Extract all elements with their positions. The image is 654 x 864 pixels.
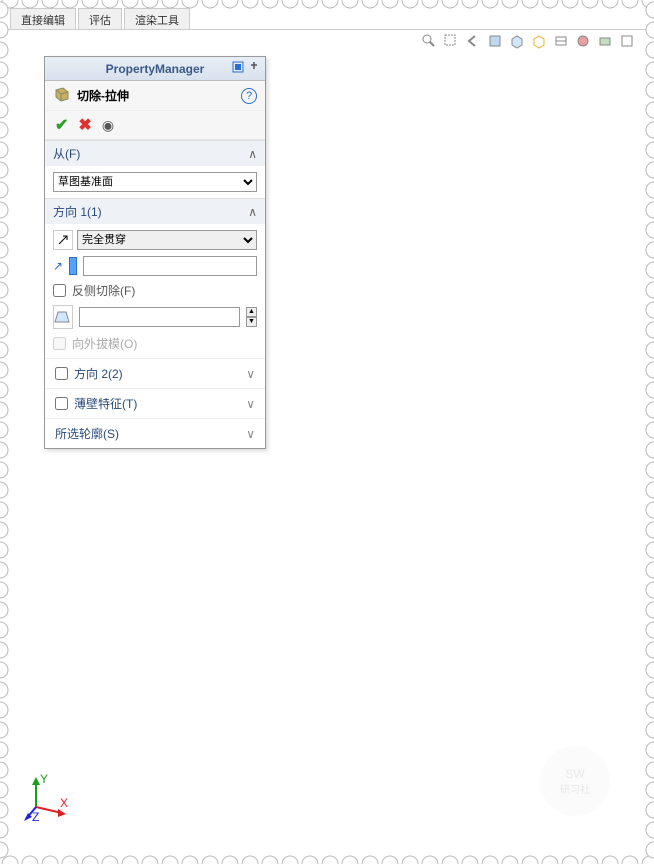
cut-extrude-icon: [53, 85, 71, 106]
flip-side-checkbox[interactable]: [53, 284, 66, 297]
chevron-up-icon: ∧: [248, 205, 257, 219]
section-thin-header[interactable]: 薄壁特征(T) ∨: [45, 388, 265, 418]
tab-render-tools[interactable]: 渲染工具: [124, 8, 190, 29]
view-orientation-icon[interactable]: [508, 32, 526, 50]
watermark-line2: 研习社: [560, 781, 590, 796]
feature-name: 切除-拉伸: [77, 87, 129, 104]
draft-icon[interactable]: [53, 305, 73, 329]
svg-text:Y: Y: [40, 773, 48, 786]
direction-reference-input[interactable]: [83, 256, 257, 276]
chevron-down-icon: ∨: [246, 397, 255, 411]
top-tabs: 直接编辑 评估 渲染工具: [8, 8, 646, 30]
direction-vector-icon[interactable]: ↗: [53, 259, 63, 273]
display-style-icon[interactable]: [530, 32, 548, 50]
draft-outward-checkbox: [53, 337, 66, 350]
section-from-header[interactable]: 从(F) ∧: [45, 141, 265, 166]
stepper-down[interactable]: ▼: [246, 317, 257, 327]
help-icon[interactable]: ?: [241, 88, 257, 104]
view-settings-icon[interactable]: [618, 32, 636, 50]
keep-visible-icon[interactable]: [231, 60, 245, 77]
hide-show-icon[interactable]: [552, 32, 570, 50]
chevron-down-icon: ∨: [246, 367, 255, 381]
pm-header: PropertyManager: [45, 57, 265, 81]
from-condition-select[interactable]: 草图基准面: [53, 172, 257, 192]
chevron-up-icon: ∧: [248, 147, 257, 161]
cursor-arrow: [438, 796, 454, 822]
watermark: SW 研习社: [540, 746, 610, 816]
stepper-up[interactable]: ▲: [246, 307, 257, 317]
property-manager-panel: PropertyManager 切除-拉伸 ? ✔ ✖ ◉ 从(F) ∧: [44, 56, 266, 449]
section-contour-header[interactable]: 所选轮廓(S) ∨: [45, 418, 265, 448]
view-toolbar: [420, 32, 636, 50]
thin-feature-checkbox[interactable]: [55, 397, 68, 410]
edit-appearance-icon[interactable]: [574, 32, 592, 50]
draft-angle-input[interactable]: [79, 307, 240, 327]
flip-side-label: 反侧切除(F): [72, 282, 135, 299]
contour-label: 所选轮廓(S): [55, 425, 119, 442]
apply-scene-icon[interactable]: [596, 32, 614, 50]
tab-direct-edit[interactable]: 直接编辑: [10, 8, 76, 29]
dim-right[interactable]: 15: [566, 654, 580, 668]
pin-icon[interactable]: [247, 60, 261, 77]
cancel-button[interactable]: ✖: [78, 115, 91, 135]
dir1-label: 方向 1(1): [53, 203, 102, 220]
prev-view-icon[interactable]: [464, 32, 482, 50]
watermark-line1: SW: [565, 767, 584, 781]
section-dir2-header[interactable]: 方向 2(2) ∨: [45, 358, 265, 388]
selection-highlight: [69, 257, 77, 275]
tab-evaluate[interactable]: 评估: [78, 8, 122, 29]
dir2-enable-checkbox[interactable]: [55, 367, 68, 380]
from-label: 从(F): [53, 145, 80, 162]
zoom-area-icon[interactable]: [442, 32, 460, 50]
section-dir1-header[interactable]: 方向 1(1) ∧: [45, 199, 265, 224]
ok-button[interactable]: ✔: [55, 115, 68, 135]
thin-label: 薄壁特征(T): [74, 395, 137, 412]
chevron-down-icon: ∨: [246, 427, 255, 441]
dim-left[interactable]: 15: [267, 740, 281, 754]
zoom-fit-icon[interactable]: [420, 32, 438, 50]
dim-bottom-right[interactable]: 15: [520, 708, 534, 722]
svg-text:X: X: [60, 796, 68, 810]
section-view-icon[interactable]: [486, 32, 504, 50]
dir2-label: 方向 2(2): [74, 365, 123, 382]
draft-outward-label: 向外拔模(O): [72, 335, 137, 352]
view-triad[interactable]: Y X Z: [22, 773, 72, 826]
reverse-direction-icon[interactable]: [53, 230, 73, 250]
detailed-preview-icon[interactable]: ◉: [102, 117, 114, 134]
end-condition-select[interactable]: 完全贯穿: [77, 230, 257, 250]
svg-text:Z: Z: [32, 810, 39, 823]
pm-title: PropertyManager: [106, 62, 205, 76]
origin-marker: ✳: [283, 664, 293, 678]
